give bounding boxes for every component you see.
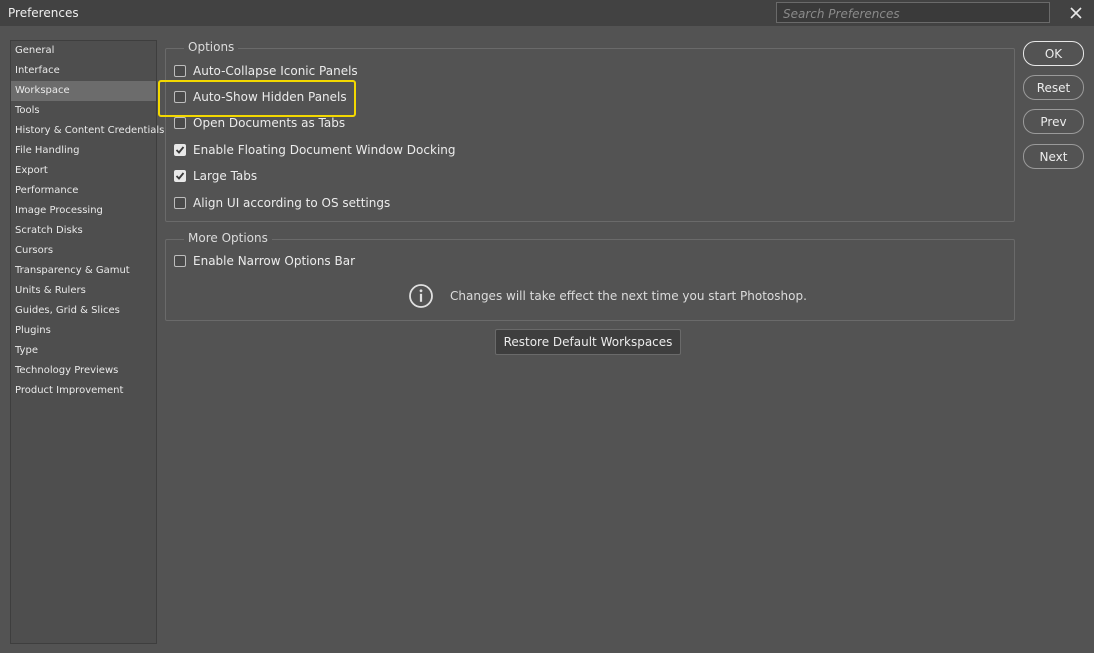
sidebar-item-history[interactable]: History & Content Credentials xyxy=(11,121,164,141)
next-button[interactable]: Next xyxy=(1023,144,1084,169)
search-box[interactable] xyxy=(776,2,1050,24)
close-button[interactable] xyxy=(1066,4,1086,22)
sidebar-item-general[interactable]: General xyxy=(11,41,156,61)
ok-button[interactable]: OK xyxy=(1023,41,1084,66)
info-message: Changes will take effect the next time y… xyxy=(408,283,807,309)
checkmark-icon xyxy=(175,172,185,180)
sidebar-item-workspace[interactable]: Workspace xyxy=(11,81,156,101)
large-tabs-checkbox[interactable] xyxy=(174,170,186,182)
prev-button[interactable]: Prev xyxy=(1023,109,1084,134)
align-ui-checkbox[interactable] xyxy=(174,197,186,209)
sidebar-item-export[interactable]: Export xyxy=(11,161,156,181)
narrow-options-bar-option[interactable]: Enable Narrow Options Bar xyxy=(174,252,355,270)
auto-collapse-checkbox[interactable] xyxy=(174,65,186,77)
floating-docking-checkbox[interactable] xyxy=(174,144,186,156)
sidebar-item-file-handling[interactable]: File Handling xyxy=(11,141,156,161)
sidebar-item-guides[interactable]: Guides, Grid & Slices xyxy=(11,301,156,321)
close-icon xyxy=(1070,7,1082,19)
more-options-group: More Options Enable Narrow Options Bar C… xyxy=(165,231,1015,321)
reset-button[interactable]: Reset xyxy=(1023,75,1084,100)
more-options-legend: More Options xyxy=(184,231,272,245)
sidebar-item-type[interactable]: Type xyxy=(11,341,156,361)
sidebar-item-image-processing[interactable]: Image Processing xyxy=(11,201,156,221)
sidebar-item-plugins[interactable]: Plugins xyxy=(11,321,156,341)
info-text: Changes will take effect the next time y… xyxy=(450,289,807,303)
options-group: Options Auto-Collapse Iconic Panels Auto… xyxy=(165,40,1015,222)
search-input[interactable] xyxy=(777,4,1049,24)
highlight-box xyxy=(158,80,356,117)
large-tabs-option[interactable]: Large Tabs xyxy=(174,167,257,185)
option-label: Align UI according to OS settings xyxy=(193,196,391,210)
align-ui-option[interactable]: Align UI according to OS settings xyxy=(174,194,390,212)
checkmark-icon xyxy=(175,146,185,154)
option-label: Enable Floating Document Window Docking xyxy=(193,143,456,157)
sidebar-item-transparency[interactable]: Transparency & Gamut xyxy=(11,261,156,281)
open-tabs-checkbox[interactable] xyxy=(174,117,186,129)
category-sidebar: General Interface Workspace Tools Histor… xyxy=(10,40,164,644)
option-label: Open Documents as Tabs xyxy=(193,116,346,130)
sidebar-item-units-rulers[interactable]: Units & Rulers xyxy=(11,281,156,301)
restore-default-workspaces-button[interactable]: Restore Default Workspaces xyxy=(495,329,681,355)
option-label: Large Tabs xyxy=(193,169,258,183)
sidebar-item-technology-previews[interactable]: Technology Previews xyxy=(11,361,156,381)
narrow-options-bar-checkbox[interactable] xyxy=(174,255,186,267)
info-icon xyxy=(409,284,433,308)
options-legend: Options xyxy=(184,40,239,54)
option-label: Enable Narrow Options Bar xyxy=(193,254,356,268)
option-label: Auto-Collapse Iconic Panels xyxy=(193,64,358,78)
sidebar-item-product-improvement[interactable]: Product Improvement xyxy=(11,381,156,401)
sidebar-item-interface[interactable]: Interface xyxy=(11,61,156,81)
sidebar-item-tools[interactable]: Tools xyxy=(11,101,156,121)
title-bar: Preferences xyxy=(0,0,1094,26)
sidebar-item-cursors[interactable]: Cursors xyxy=(11,241,156,261)
sidebar-item-scratch-disks[interactable]: Scratch Disks xyxy=(11,221,156,241)
auto-collapse-option[interactable]: Auto-Collapse Iconic Panels xyxy=(174,62,358,80)
floating-docking-option[interactable]: Enable Floating Document Window Docking xyxy=(174,141,456,159)
sidebar-item-performance[interactable]: Performance xyxy=(11,181,156,201)
window-title: Preferences xyxy=(8,6,79,20)
